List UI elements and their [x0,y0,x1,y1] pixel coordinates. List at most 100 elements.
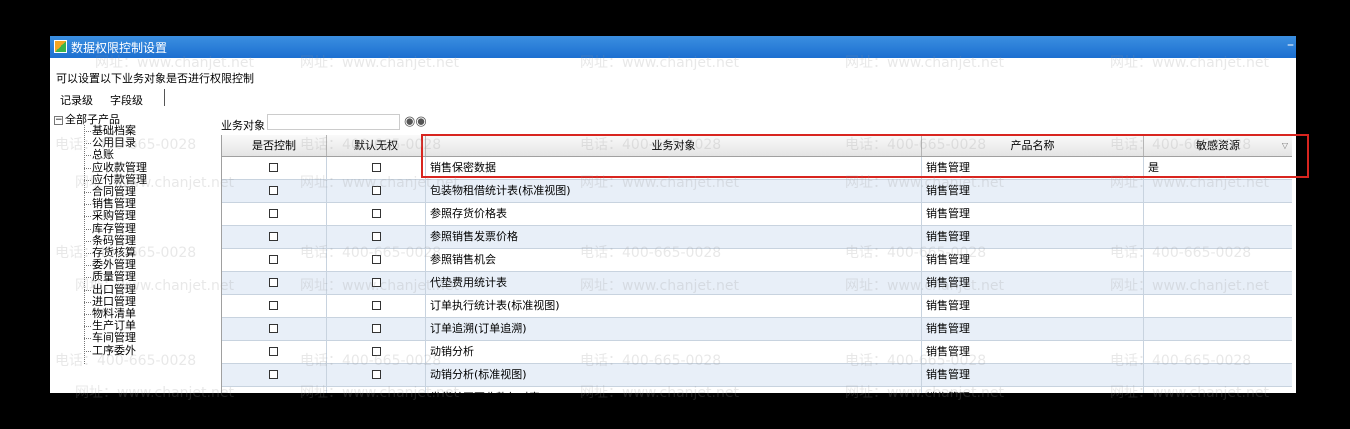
cell-business-object[interactable]: 代垫费用统计表 [426,272,922,294]
is-control-checkbox[interactable] [269,370,278,379]
cell-product-name[interactable]: 销售管理 [922,180,1144,202]
is-control-checkbox[interactable] [269,255,278,264]
cell-business-object[interactable]: 动销分析(标准视图) [426,364,922,386]
default-no-permission-checkbox[interactable] [372,209,381,218]
cell-product-name[interactable]: 销售管理 [922,364,1144,386]
tree-node[interactable]: 总账 [92,149,114,160]
cell-sensitive-resource[interactable] [1144,203,1292,225]
tree-node[interactable]: 应付款管理 [92,174,147,185]
collapse-icon[interactable]: − [54,115,63,125]
tree-node[interactable]: 委外管理 [92,259,136,270]
tree-node[interactable]: 库存管理 [92,223,136,234]
cell-product-name[interactable]: 销售管理 [922,318,1144,340]
table-row[interactable]: 发货单开票收款勾对表销售管理 [222,387,1292,393]
cell-business-object[interactable]: 参照存货价格表 [426,203,922,225]
cell-sensitive-resource[interactable] [1144,318,1292,340]
tree-node[interactable]: 应收款管理 [92,162,147,173]
cell-product-name[interactable]: 销售管理 [922,295,1144,317]
tree-connector [84,326,91,328]
tree-connector [84,350,91,352]
table-row[interactable]: 订单执行统计表(标准视图) 销售管理 [222,295,1292,318]
cell-business-object[interactable]: 销售保密数据 [426,157,922,179]
tree-node[interactable]: 公用目录 [92,137,136,148]
tree-node[interactable]: 车间管理 [92,332,136,343]
default-no-permission-checkbox[interactable] [372,186,381,195]
is-control-checkbox[interactable] [269,301,278,310]
is-control-checkbox[interactable] [269,186,278,195]
binoculars-icon[interactable]: ◉◉ [404,114,427,129]
tree-node[interactable]: 工序委外 [92,345,136,356]
minimize-button[interactable]: – [1287,37,1294,53]
cell-sensitive-resource[interactable] [1144,387,1292,393]
cell-sensitive-resource[interactable] [1144,341,1292,363]
cell-product-name[interactable]: 销售管理 [922,249,1144,271]
tree-node[interactable]: 采购管理 [92,210,136,221]
cell-sensitive-resource[interactable] [1144,249,1292,271]
default-no-permission-checkbox[interactable] [372,324,381,333]
col-default-no-permission[interactable]: 默认无权 [327,135,426,156]
default-no-permission-checkbox[interactable] [372,255,381,264]
cell-business-object[interactable]: 订单追溯(订单追溯) [426,318,922,340]
table-row[interactable]: 参照销售机会 销售管理 [222,249,1292,272]
table-row[interactable]: 参照销售发票价格 销售管理 [222,226,1292,249]
cell-business-object[interactable]: 参照销售机会 [426,249,922,271]
search-input[interactable] [267,114,400,130]
default-no-permission-checkbox[interactable] [372,370,381,379]
cell-business-object[interactable]: 发货单开票收款勾对表 [426,387,922,393]
is-control-checkbox[interactable] [269,278,278,287]
tree-node[interactable]: 存货核算 [92,247,136,258]
tree-node[interactable]: 条码管理 [92,235,136,246]
cell-product-name[interactable]: 销售管理 [922,341,1144,363]
tree-connector [84,155,91,157]
is-control-checkbox[interactable] [269,163,278,172]
col-business-object[interactable]: 业务对象 [426,135,922,156]
default-no-permission-checkbox[interactable] [372,163,381,172]
tab-record-level[interactable]: 记录级 [60,92,93,108]
cell-product-name[interactable]: 销售管理 [922,226,1144,248]
is-control-checkbox[interactable] [269,347,278,356]
default-no-permission-checkbox[interactable] [372,232,381,241]
tree-node[interactable]: 物料清单 [92,308,136,319]
table-row[interactable]: 订单追溯(订单追溯) 销售管理 [222,318,1292,341]
table-row[interactable]: 销售保密数据 销售管理是 [222,157,1292,180]
tree-node[interactable]: 出口管理 [92,284,136,295]
cell-sensitive-resource[interactable] [1144,272,1292,294]
tree-node[interactable]: 生产订单 [92,320,136,331]
default-no-permission-checkbox[interactable] [372,278,381,287]
tree-node[interactable]: 基础档案 [92,125,136,136]
default-no-permission-checkbox[interactable] [372,347,381,356]
tree-node[interactable]: 质量管理 [92,271,136,282]
cell-product-name[interactable]: 销售管理 [922,157,1144,179]
sort-arrow-icon[interactable]: ▽ [1282,135,1288,156]
default-no-permission-checkbox[interactable] [372,301,381,310]
tree-node[interactable]: 进口管理 [92,296,136,307]
cell-product-name[interactable]: 销售管理 [922,387,1144,393]
table-row[interactable]: 动销分析(标准视图) 销售管理 [222,364,1292,387]
col-product-name[interactable]: 产品名称 [922,135,1144,156]
tree-node[interactable]: 合同管理 [92,186,136,197]
cell-business-object[interactable]: 动销分析 [426,341,922,363]
cell-sensitive-resource[interactable] [1144,226,1292,248]
is-control-checkbox[interactable] [269,324,278,333]
tree-connector [84,338,91,340]
cell-product-name[interactable]: 销售管理 [922,272,1144,294]
tab-field-level[interactable]: 字段级 [110,92,143,108]
table-row[interactable]: 参照存货价格表 销售管理 [222,203,1292,226]
is-control-checkbox[interactable] [269,232,278,241]
cell-product-name[interactable]: 销售管理 [922,203,1144,225]
title-bar[interactable]: 数据权限控制设置 – [50,36,1296,58]
cell-business-object[interactable]: 包装物租借统计表(标准视图) [426,180,922,202]
cell-sensitive-resource[interactable]: 是 [1144,157,1292,179]
cell-business-object[interactable]: 订单执行统计表(标准视图) [426,295,922,317]
col-sensitive-resource[interactable]: 敏感资源 ▽ [1144,135,1292,156]
col-is-control[interactable]: 是否控制 [222,135,327,156]
cell-sensitive-resource[interactable] [1144,295,1292,317]
table-row[interactable]: 动销分析 销售管理 [222,341,1292,364]
table-row[interactable]: 包装物租借统计表(标准视图) 销售管理 [222,180,1292,203]
cell-sensitive-resource[interactable] [1144,364,1292,386]
table-row[interactable]: 代垫费用统计表 销售管理 [222,272,1292,295]
cell-sensitive-resource[interactable] [1144,180,1292,202]
is-control-checkbox[interactable] [269,209,278,218]
cell-business-object[interactable]: 参照销售发票价格 [426,226,922,248]
tree-node[interactable]: 销售管理 [92,198,136,209]
